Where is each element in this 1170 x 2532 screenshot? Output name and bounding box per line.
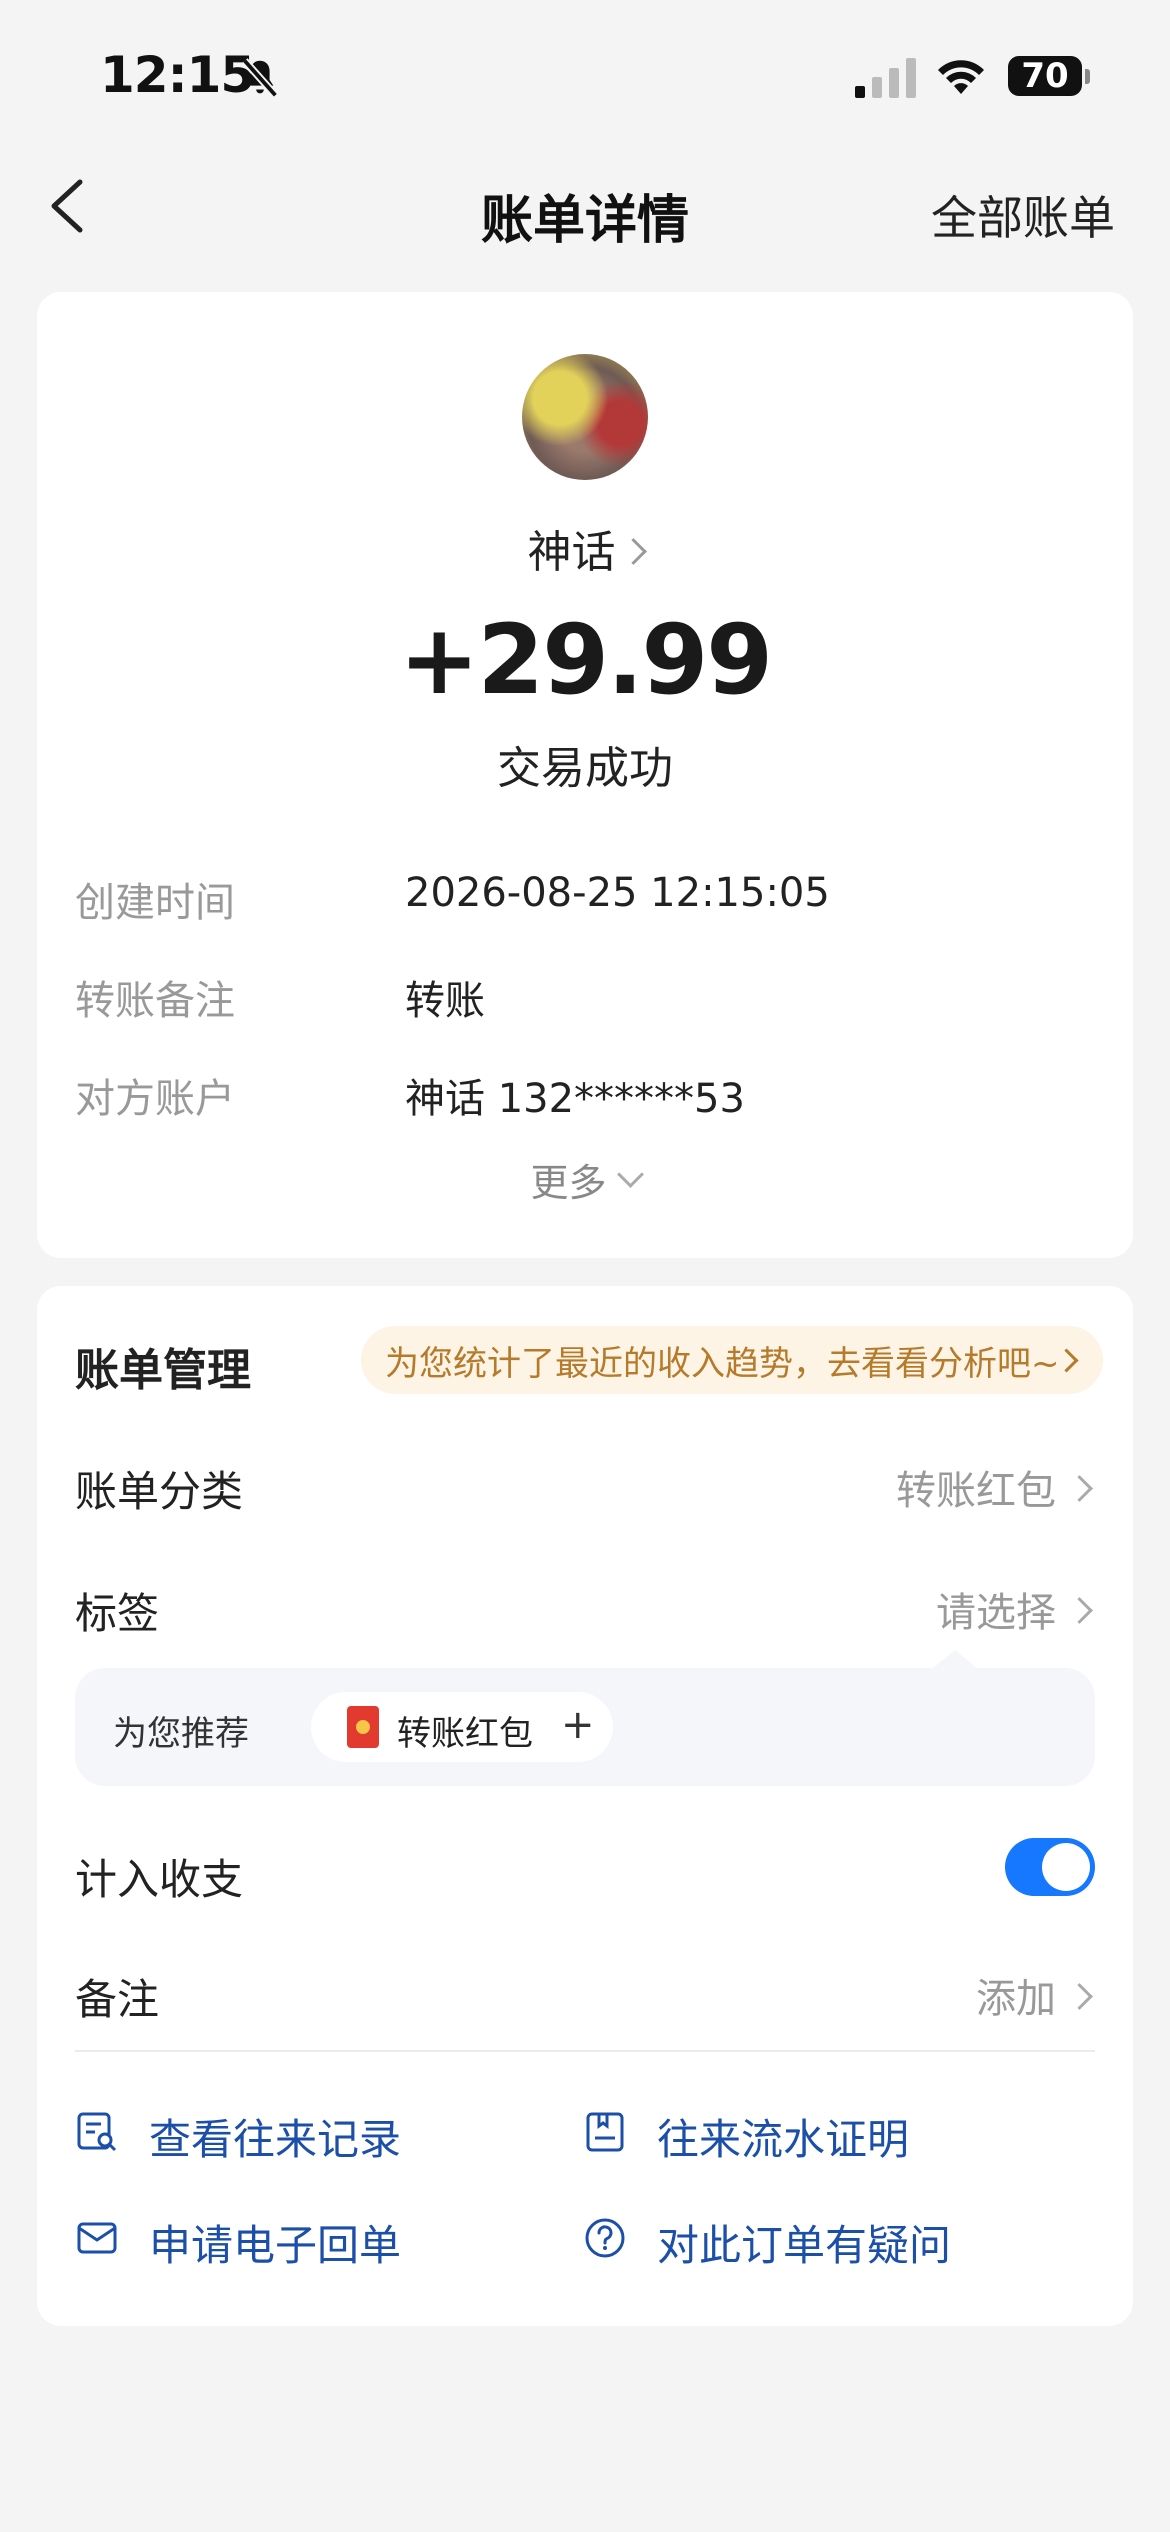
- action-label: 对此订单有疑问: [657, 2221, 952, 2270]
- certificate-icon: [586, 2112, 624, 2152]
- payee-name: 神话: [527, 527, 616, 578]
- row-label: 账单分类: [75, 1467, 244, 1516]
- recommended-tag-chip[interactable]: 转账红包 +: [311, 1692, 613, 1762]
- status-time: 12:15: [100, 46, 255, 104]
- chevron-right-icon: [619, 538, 647, 565]
- mail-icon: [77, 2222, 117, 2254]
- count-in-toggle[interactable]: [1005, 1838, 1095, 1896]
- detail-label: 创建时间: [75, 880, 235, 926]
- chevron-right-icon: [1066, 1597, 1093, 1624]
- payee-name-link[interactable]: 神话: [37, 516, 1133, 580]
- more-label: 更多: [530, 1161, 607, 1205]
- row-label: 标签: [75, 1589, 160, 1638]
- wifi-icon: [938, 60, 984, 94]
- row-label: 备注: [75, 1975, 160, 2024]
- section-title: 账单管理: [75, 1345, 251, 1396]
- category-value: 转账红包: [896, 1468, 1056, 1514]
- bill-management-card: 账单管理 为您统计了最近的收入趋势，去看看分析吧~ 账单分类 转账红包 标签 请…: [37, 1286, 1133, 2326]
- tag-recommendation: 为您推荐 转账红包 +: [75, 1650, 1095, 1786]
- bell-muted-icon: [241, 58, 279, 98]
- detail-value: 转账: [405, 978, 485, 1024]
- chevron-right-icon: [1066, 1475, 1093, 1502]
- action-label: 查看往来记录: [149, 2115, 402, 2164]
- avatar[interactable]: [522, 354, 648, 480]
- action-label: 往来流水证明: [657, 2115, 910, 2164]
- divider: [75, 2050, 1095, 2052]
- chip-label: 转账红包: [397, 1714, 533, 1754]
- battery-level: 70: [1008, 56, 1082, 96]
- detail-label: 对方账户: [75, 1076, 235, 1122]
- detail-label: 转账备注: [75, 978, 235, 1024]
- tag-value: 请选择: [936, 1590, 1056, 1636]
- detail-value: 2026-08-25 12:15:05: [405, 870, 830, 916]
- question-icon: [585, 2218, 625, 2258]
- more-button[interactable]: 更多: [37, 1152, 1133, 1207]
- note-value: 添加: [976, 1976, 1056, 2022]
- record-search-icon: [77, 2112, 117, 2152]
- detail-value: 神话 132******53: [405, 1076, 745, 1122]
- cellular-signal-icon: [855, 58, 916, 98]
- transaction-card: 神话 +29.99 交易成功 创建时间 2026-08-25 12:15:05 …: [37, 292, 1133, 1258]
- chevron-right-icon: [1066, 1983, 1093, 2010]
- row-label: 计入收支: [75, 1855, 244, 1904]
- chevron-down-icon: [616, 1161, 644, 1188]
- all-bills-link[interactable]: 全部账单: [931, 182, 1115, 248]
- recommend-label: 为您推荐: [113, 1714, 249, 1754]
- transaction-status: 交易成功: [497, 743, 673, 794]
- action-label: 申请电子回单: [149, 2221, 402, 2270]
- red-envelope-icon: [347, 1706, 379, 1748]
- promo-text: 为您统计了最近的收入趋势，去看看分析吧~: [385, 1343, 1060, 1384]
- nav-bar: 账单详情 全部账单: [0, 160, 1170, 251]
- income-trend-promo[interactable]: 为您统计了最近的收入趋势，去看看分析吧~: [361, 1326, 1103, 1394]
- transaction-amount: +29.99: [398, 604, 773, 716]
- battery-icon: 70: [1008, 56, 1090, 98]
- plus-icon: +: [561, 1702, 595, 1748]
- status-bar: 12:15 70: [0, 0, 1170, 140]
